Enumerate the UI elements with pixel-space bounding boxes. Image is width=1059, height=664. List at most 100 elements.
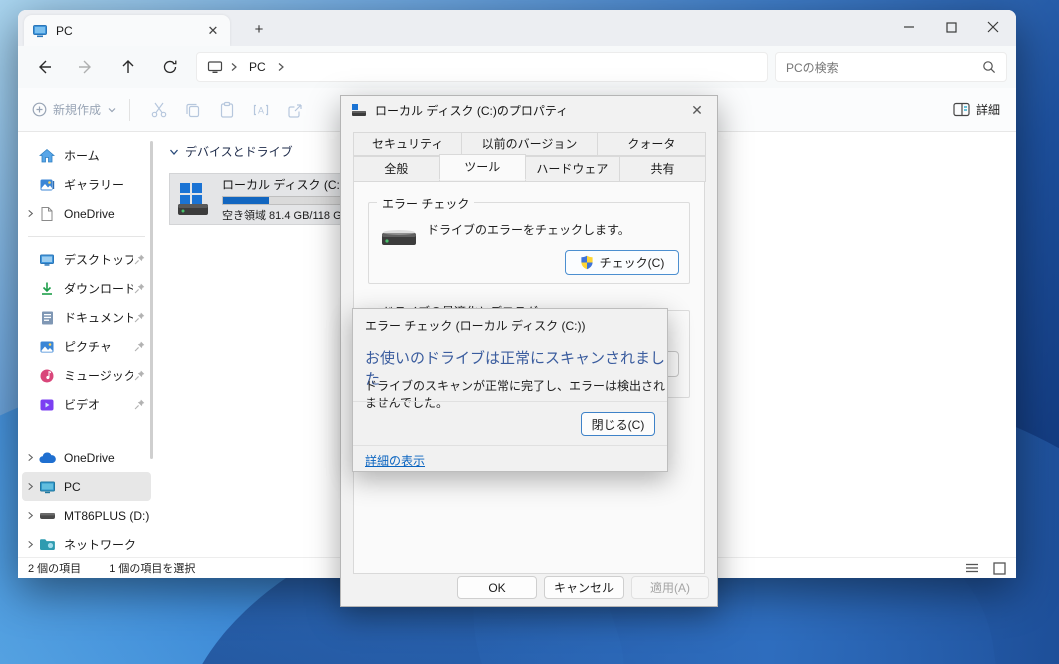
pin-icon [133,340,147,354]
sidebar-item-mt86plus-d[interactable]: MT86PLUS (D:) [22,501,151,530]
copy-icon[interactable] [176,94,210,126]
properties-dialog-title: ローカル ディスク (C:)のプロパティ [375,102,679,119]
sidebar-item-label: ビデオ [64,396,133,413]
new-tab-button[interactable]: + [246,18,272,42]
selected-count: 1 個の項目を選択 [109,560,195,576]
scan-dialog-title: エラー チェック (ローカル ディスク (C:)) [365,317,585,334]
search-placeholder: PCの検索 [786,59,982,76]
address-bar[interactable]: PC [196,52,768,82]
paste-icon[interactable] [210,94,244,126]
chevron-right-icon[interactable] [22,511,38,520]
sidebar-item-label: ギャラリー [64,176,151,193]
refresh-button[interactable] [154,51,186,83]
tab-close-icon[interactable]: ✕ [204,22,222,40]
sidebar-item-label: ホーム [64,147,151,164]
large-icons-view-icon[interactable] [993,562,1006,575]
drive-small-icon [351,103,367,117]
sidebar-item-network[interactable]: ネットワーク [22,530,151,559]
forward-button[interactable] [70,51,102,83]
tab-security[interactable]: セキュリティ [353,132,462,156]
cut-icon[interactable] [142,94,176,126]
close-icon[interactable]: ✕ [687,102,707,119]
pictures-icon [38,338,56,356]
sidebar-item-music[interactable]: ミュージック [22,361,151,390]
chevron-right-icon [229,62,239,72]
tab-quota[interactable]: クォータ [597,132,706,156]
error-check-groupbox: エラー チェック ドライブのエラーをチェックします。 [368,202,690,284]
minimize-button[interactable] [888,10,930,44]
network-folder-icon [38,536,56,554]
tab-previous-versions[interactable]: 以前のバージョン [461,132,597,156]
scan-body-text: ドライブのスキャンが正常に完了し、エラーは検出されませんでした。 [365,377,667,411]
error-check-group-label: エラー チェック [377,195,474,212]
drive-icon [38,507,56,525]
up-button[interactable] [112,51,144,83]
section-header-label: デバイスとドライブ [185,143,293,160]
maximize-button[interactable] [930,10,972,44]
chevron-right-icon [276,62,286,72]
apply-button[interactable]: 適用(A) [631,576,709,599]
sidebar-item-onedrive-top[interactable]: OneDrive [22,199,151,228]
desktop: PC ✕ + [0,0,1059,664]
show-details-link[interactable]: 詳細の表示 [365,452,425,469]
details-pane-icon [953,102,970,117]
sidebar-scrollbar[interactable] [150,141,153,459]
monitor-icon [32,23,48,39]
properties-dialog-titlebar: ローカル ディスク (C:)のプロパティ ✕ [341,96,717,124]
chevron-right-icon[interactable] [22,540,38,549]
details-view-icon[interactable] [965,562,979,574]
properties-dialog-footer: OK キャンセル 適用(A) [341,569,717,606]
chevron-right-icon[interactable] [22,482,38,491]
sidebar-item-label: OneDrive [64,451,151,465]
ok-button[interactable]: OK [457,576,537,599]
svg-text:A: A [258,105,264,115]
uac-shield-icon [580,255,594,270]
pin-icon [133,311,147,325]
gallery-icon [38,176,56,194]
tab-hardware[interactable]: ハードウェア [525,156,620,182]
rename-icon[interactable]: A [244,94,278,126]
sidebar-item-home[interactable]: ホーム [22,141,151,170]
sidebar-item-label: OneDrive [64,207,151,221]
sidebar-item-label: デスクトップ [64,251,133,268]
sidebar-item-label: ピクチャ [64,338,133,355]
tab-tools[interactable]: ツール [439,154,526,180]
search-icon [982,60,996,74]
back-button[interactable] [28,51,60,83]
breadcrumb-pc[interactable]: PC [245,60,270,74]
chevron-right-icon[interactable] [22,209,38,218]
sidebar-item-pc[interactable]: PC [22,472,151,501]
sidebar-item-pictures[interactable]: ピクチャ [22,332,151,361]
chevron-down-icon [169,147,179,157]
cancel-button[interactable]: キャンセル [544,576,624,599]
navigation-pane: ホーム ギャラリー OneDrive [18,133,155,557]
sidebar-divider [28,236,145,237]
tab-general[interactable]: 全般 [353,156,440,182]
document-icon [38,309,56,327]
sidebar-item-desktop[interactable]: デスクトップ [22,245,151,274]
scan-close-button[interactable]: 閉じる(C) [581,412,655,436]
sidebar-item-label: ダウンロード [64,280,133,297]
sidebar-item-downloads[interactable]: ダウンロード [22,274,151,303]
windows-logo-icon [180,183,202,205]
scan-result-dialog: エラー チェック (ローカル ディスク (C:)) お使いのドライブは正常にスキ… [352,308,668,472]
pin-icon [133,282,147,296]
search-input[interactable]: PCの検索 [775,52,1007,82]
sidebar-item-gallery[interactable]: ギャラリー [22,170,151,199]
drive-usage-fill [223,197,269,204]
sidebar-item-documents[interactable]: ドキュメント [22,303,151,332]
close-button[interactable] [972,10,1014,44]
details-pane-button[interactable]: 詳細 [953,101,1000,118]
check-button[interactable]: チェック(C) [565,250,679,275]
tab-sharing[interactable]: 共有 [619,156,706,182]
toolbar-divider [129,99,130,121]
properties-tabs: セキュリティ 以前のバージョン クォータ 全般 ツール ハードウェア 共有 [353,132,705,182]
tab-bar: PC ✕ + [18,10,1016,46]
new-item-button[interactable]: 新規作成 [32,101,117,118]
explorer-tab-pc[interactable]: PC ✕ [24,15,230,46]
sidebar-item-videos[interactable]: ビデオ [22,390,151,419]
share-icon[interactable] [278,94,312,126]
divider [353,445,667,446]
sidebar-item-onedrive[interactable]: OneDrive [22,443,151,472]
chevron-right-icon[interactable] [22,453,38,462]
